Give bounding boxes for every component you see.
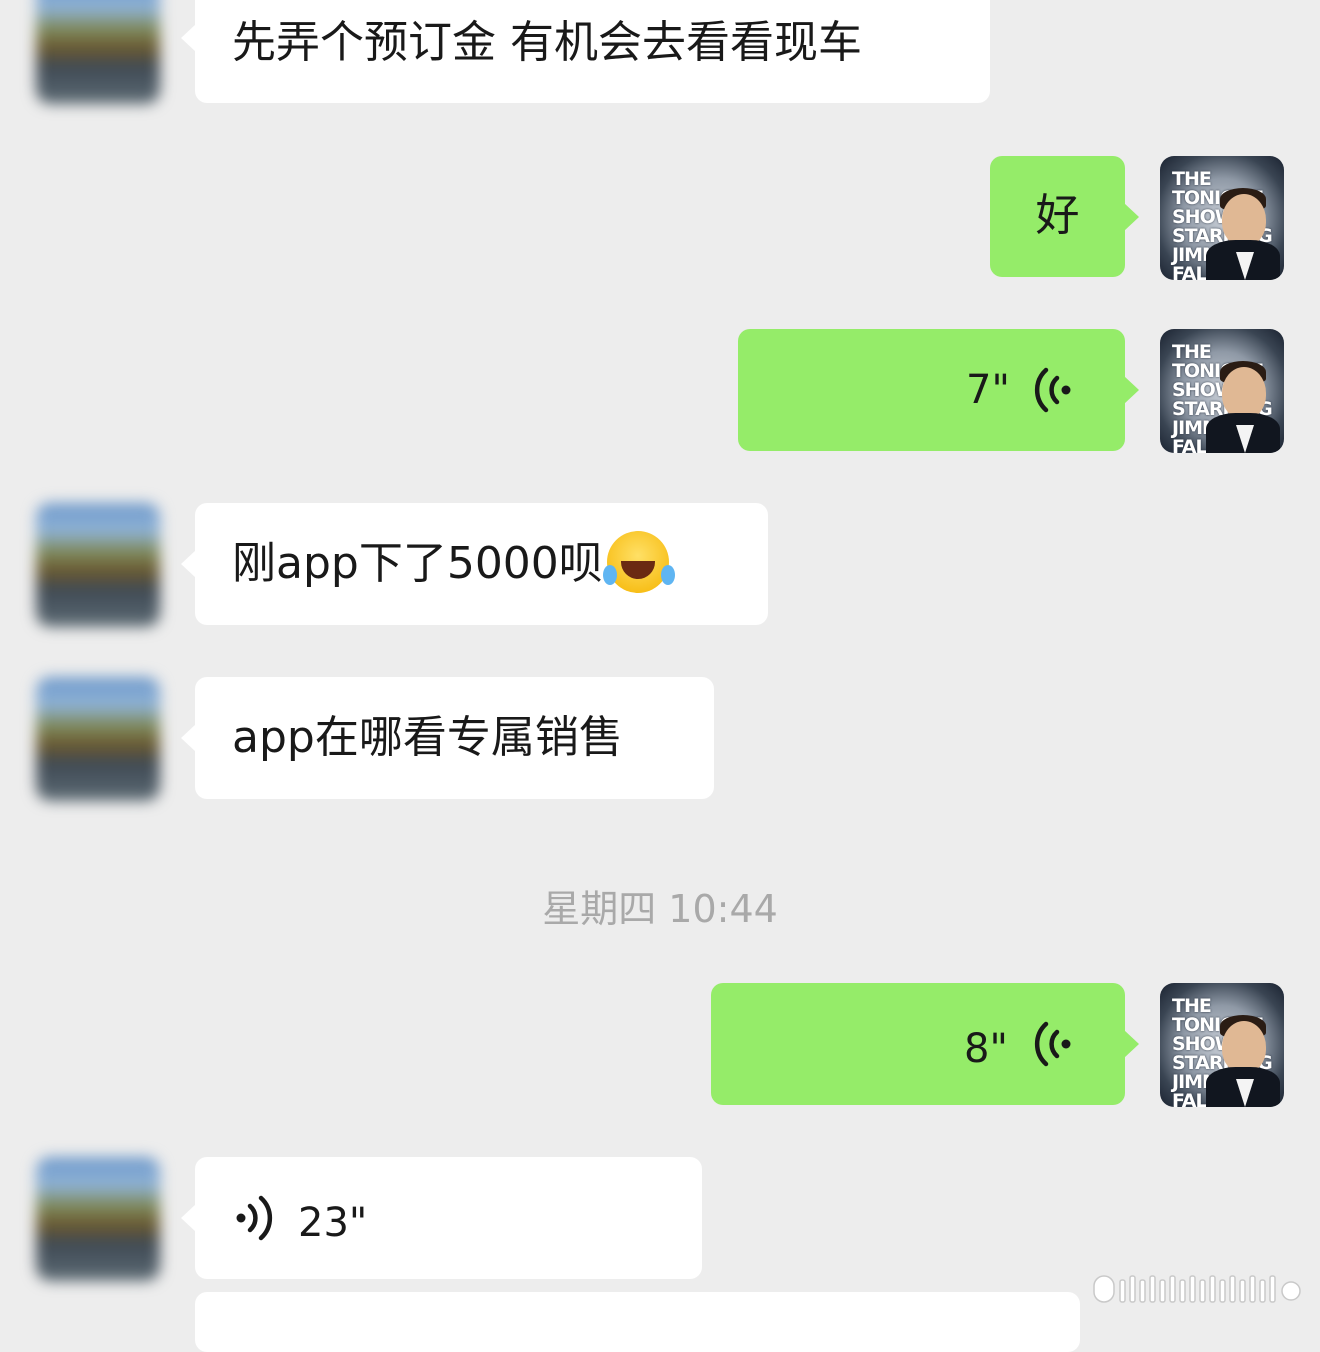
- message-text: 刚app下了5000呗: [232, 538, 603, 589]
- bubble-tail: [181, 24, 196, 52]
- voice-message-bubble[interactable]: 23": [181, 1157, 702, 1279]
- message-bubble-partial[interactable]: [195, 1292, 1080, 1352]
- voice-message-bubble[interactable]: 7": [738, 329, 1139, 451]
- voice-duration: 7": [966, 367, 1010, 413]
- bubble-tail: [181, 550, 196, 578]
- voice-duration: 23": [298, 1200, 368, 1246]
- bubble-tail: [1124, 376, 1139, 404]
- voice-wave-right-icon: [236, 1195, 273, 1241]
- voice-wave-left-icon: [1034, 1021, 1071, 1067]
- message-bubble[interactable]: 刚app下了5000呗: [181, 503, 768, 625]
- message-text: 好: [1035, 190, 1080, 241]
- self-avatar[interactable]: THE TONIGHT SHOW STARRING JIMMY FALLON: [1160, 329, 1284, 453]
- message-bubble[interactable]: app在哪看专属销售: [181, 677, 714, 799]
- message-bubble[interactable]: 先弄个预订金 有机会去看看现车: [181, 0, 990, 103]
- bubble-tail: [1124, 202, 1139, 231]
- bubble-tail: [181, 1204, 196, 1232]
- face-with-tears-of-joy-icon: [602, 531, 669, 593]
- message-bubble[interactable]: 好: [990, 156, 1139, 277]
- friend-avatar[interactable]: [36, 1157, 160, 1281]
- friend-avatar[interactable]: [36, 0, 160, 104]
- self-avatar[interactable]: THE TONIGHT SHOW STARRING JIMMY FALLON: [1160, 983, 1284, 1107]
- weibo-watermark-icon: [1093, 1275, 1301, 1303]
- bubble-tail: [1124, 1030, 1139, 1058]
- voice-wave-left-icon: [1034, 367, 1071, 413]
- voice-duration: 8": [964, 1026, 1008, 1072]
- self-avatar[interactable]: THE TONIGHT SHOW STARRING JIMMY FALLON: [1160, 156, 1284, 280]
- message-text: app在哪看专属销售: [232, 712, 623, 763]
- bubble-tail: [181, 724, 196, 752]
- message-text: 先弄个预订金 有机会去看看现车: [232, 17, 862, 68]
- chat-timestamp: 星期四 10:44: [542, 887, 778, 931]
- voice-message-bubble[interactable]: 8": [711, 983, 1139, 1105]
- friend-avatar[interactable]: [36, 503, 160, 627]
- friend-avatar[interactable]: [36, 677, 160, 801]
